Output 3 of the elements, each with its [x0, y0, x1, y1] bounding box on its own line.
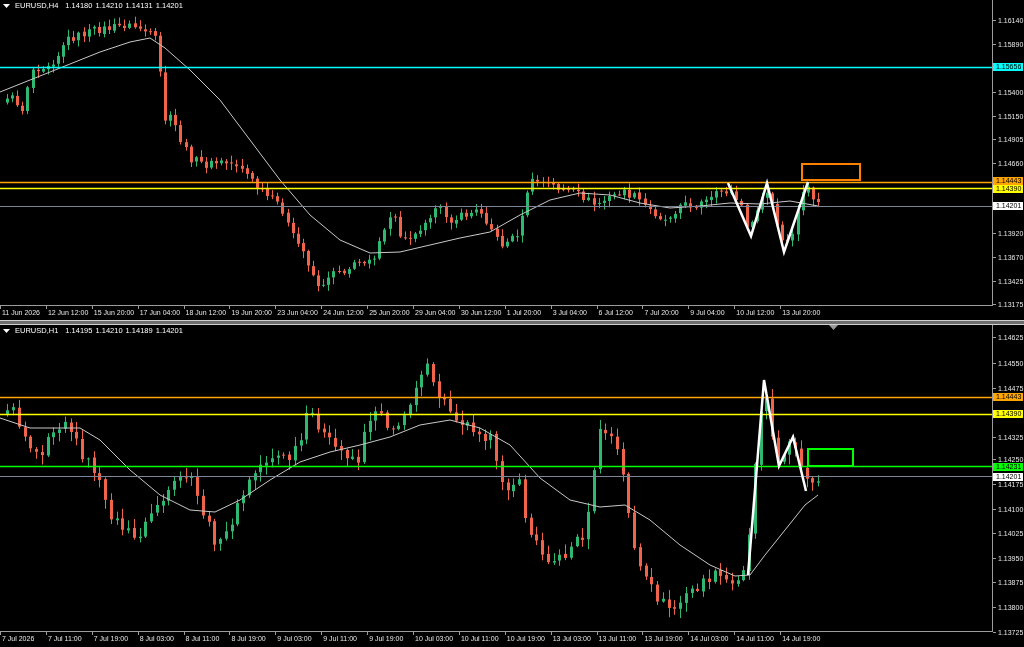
triangle-icon: [829, 325, 838, 330]
caret-icon[interactable]: [3, 329, 10, 333]
caret-icon[interactable]: [3, 4, 10, 8]
